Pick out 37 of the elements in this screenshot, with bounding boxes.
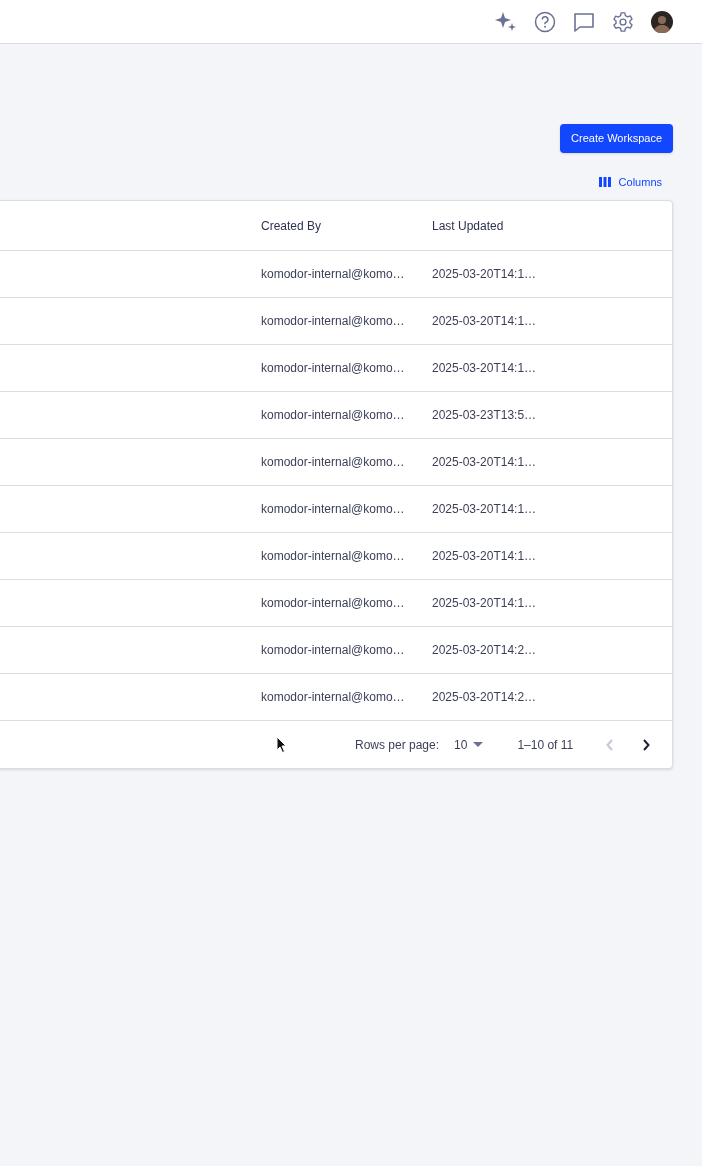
- table-cell: 2025-03-20T14:1…: [432, 314, 537, 328]
- column-header[interactable]: Created By: [261, 218, 322, 233]
- mouse-cursor-icon: [276, 736, 288, 754]
- table-cell: komodor-internal@komo…: [261, 549, 405, 563]
- table-cell: komodor-internal@komo…: [261, 408, 405, 422]
- table-cell: 2025-03-20T14:1…: [432, 455, 537, 469]
- rows-per-page-select[interactable]: 10: [454, 735, 484, 754]
- table-cell: 2025-03-20T14:1…: [432, 596, 537, 610]
- table-cell: 2025-03-23T13:5…: [432, 408, 537, 422]
- avatar-icon[interactable]: [651, 10, 673, 33]
- create-workspace-button[interactable]: Create Workspace: [560, 124, 673, 153]
- table-cell: 2025-03-20T14:1…: [432, 502, 537, 516]
- table-cell: 2025-03-20T14:2…: [432, 690, 537, 704]
- page-range: 1–10 of 11: [517, 736, 574, 754]
- column-header[interactable]: Last Updated: [432, 218, 504, 233]
- table-cell: komodor-internal@komo…: [261, 361, 405, 375]
- table-cell: 2025-03-20T14:1…: [432, 549, 537, 563]
- table-cell: komodor-internal@komo…: [261, 643, 405, 657]
- columns-icon: [598, 177, 611, 187]
- dropdown-caret-icon: [473, 742, 484, 747]
- table-cell: 2025-03-20T14:1…: [432, 267, 537, 281]
- table-cell: komodor-internal@komo…: [261, 596, 405, 610]
- sparkle-icon[interactable]: [495, 10, 517, 33]
- table-cell: komodor-internal@komo…: [261, 314, 405, 328]
- table-cell: komodor-internal@komo…: [261, 267, 405, 281]
- settings-icon[interactable]: [612, 10, 634, 33]
- table-cell: komodor-internal@komo…: [261, 502, 405, 516]
- chevron-right-icon: [642, 738, 651, 751]
- table-cell: komodor-internal@komo…: [261, 690, 405, 704]
- rows-per-page-label: Rows per page:: [355, 736, 440, 754]
- table-cell: komodor-internal@komo…: [261, 455, 405, 469]
- table-cell: 2025-03-20T14:2…: [432, 643, 537, 657]
- columns-button[interactable]: Columns: [598, 174, 662, 190]
- chevron-left-icon: [606, 738, 615, 751]
- chat-icon[interactable]: [573, 10, 595, 33]
- help-icon[interactable]: [534, 10, 556, 33]
- table-cell: 2025-03-20T14:1…: [432, 361, 537, 375]
